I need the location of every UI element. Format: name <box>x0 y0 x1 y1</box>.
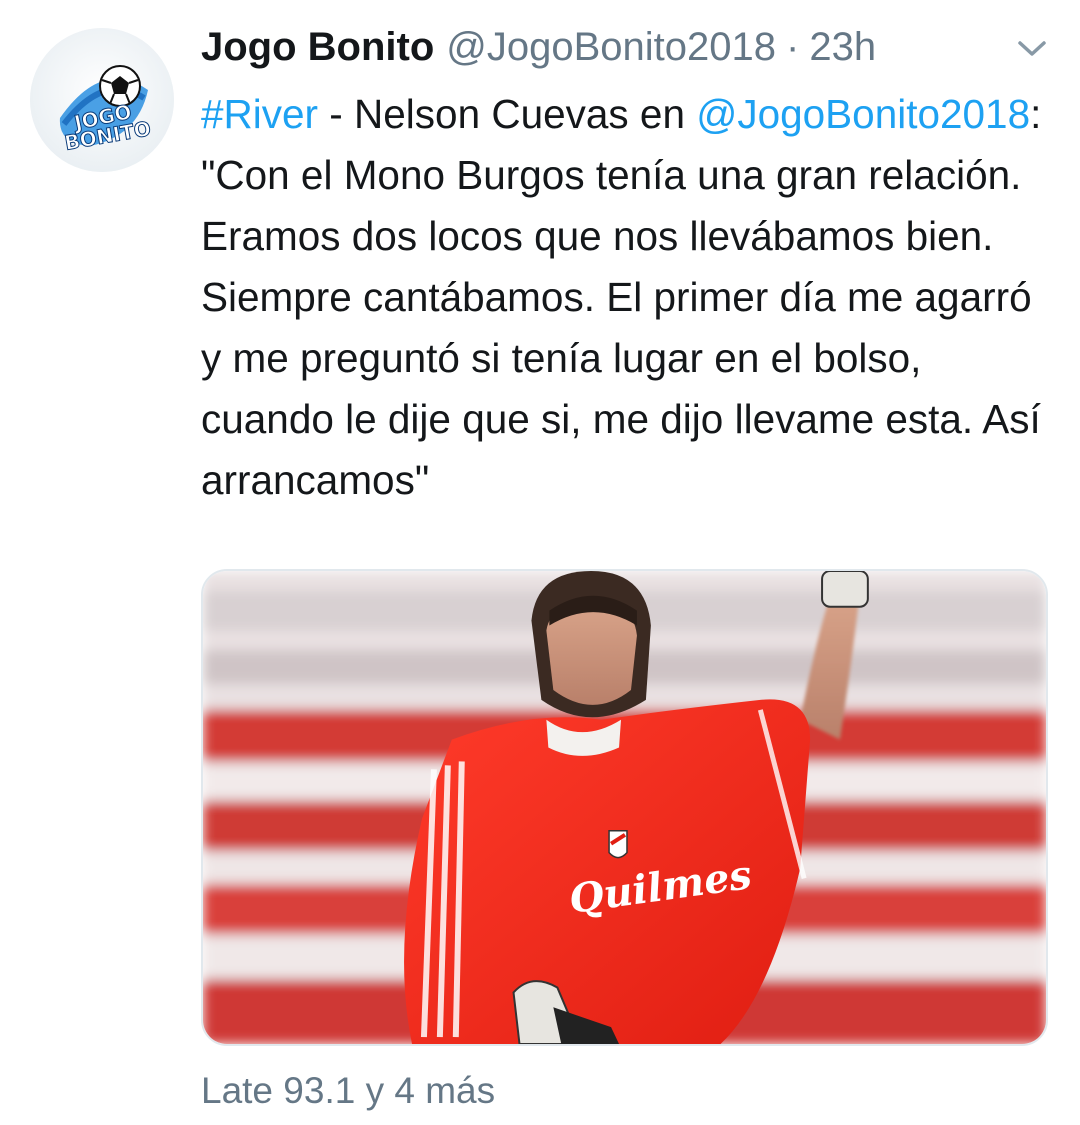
chevron-down-icon[interactable] <box>1014 34 1050 62</box>
timestamp[interactable]: 23h <box>809 24 876 70</box>
tweet-text-part: - Nelson Cuevas en <box>318 91 697 137</box>
tweet-image[interactable]: Quilmes <box>201 569 1048 1046</box>
mention-link[interactable]: @JogoBonito2018 <box>696 91 1030 137</box>
display-name[interactable]: Jogo Bonito <box>201 24 434 70</box>
user-handle[interactable]: @JogoBonito2018 <box>446 24 776 70</box>
tweet-header: Jogo Bonito @JogoBonito2018 · 23h <box>201 24 876 70</box>
separator-dot: · <box>786 25 800 69</box>
tweet-text-part: : "Con el Mono Burgos tenía una gran rel… <box>201 91 1042 503</box>
tweet-text: #River - Nelson Cuevas en @JogoBonito201… <box>201 84 1051 511</box>
hashtag-link[interactable]: #River <box>201 91 318 137</box>
engagement-footer[interactable]: Late 93.1 y 4 más <box>201 1068 495 1114</box>
jogo-bonito-logo: JOGO BONITO <box>30 28 174 172</box>
goalkeeper-photo: Quilmes <box>203 571 1046 1044</box>
avatar[interactable]: JOGO BONITO <box>30 28 174 172</box>
tweet-card[interactable]: JOGO BONITO Jogo Bonito @JogoBonito2018 … <box>0 0 1080 1125</box>
